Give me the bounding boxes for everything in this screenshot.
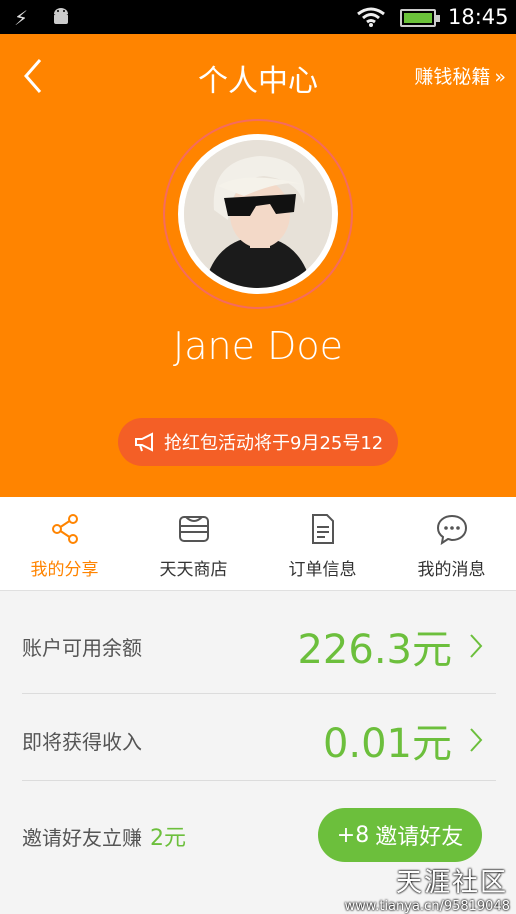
earning-tips-link[interactable]: 赚钱秘籍» bbox=[414, 62, 506, 89]
invite-button-label: 邀请好友 bbox=[375, 825, 464, 850]
balance-label: 账户可用余额 bbox=[22, 635, 142, 660]
tab-order-info[interactable]: 订单信息 bbox=[258, 497, 387, 590]
profile-header: 个人中心 赚钱秘籍» Jane Doe 抢红包活动将于9月25号12 bbox=[0, 34, 516, 497]
clock: 18:45 bbox=[448, 5, 509, 29]
invite-amount: 2元 bbox=[150, 826, 186, 851]
avatar-photo bbox=[184, 140, 332, 288]
usb-icon: ⚡ bbox=[14, 6, 29, 30]
tab-label: 我的分享 bbox=[30, 560, 99, 580]
tab-label: 订单信息 bbox=[288, 560, 357, 580]
chevron-right-icon bbox=[470, 728, 483, 752]
android-debug-icon bbox=[54, 8, 68, 24]
watermark-brand: 天涯社区 bbox=[395, 868, 508, 898]
earning-tips-label: 赚钱秘籍 bbox=[414, 66, 491, 88]
promo-banner[interactable]: 抢红包活动将于9月25号12 bbox=[118, 418, 398, 466]
tab-my-messages[interactable]: 我的消息 bbox=[387, 497, 516, 590]
watermark: 天涯社区 www.tianya.cn/95819048 bbox=[344, 862, 516, 914]
balance-value: 226.3元 bbox=[297, 627, 452, 673]
chevron-right-icon bbox=[470, 634, 483, 658]
upcoming-income-label: 即将获得收入 bbox=[22, 729, 142, 754]
megaphone-icon bbox=[135, 432, 153, 452]
balance-row[interactable]: 账户可用余额 226.3元 bbox=[22, 596, 496, 696]
upcoming-income-row[interactable]: 即将获得收入 0.01元 bbox=[22, 690, 496, 790]
user-name: Jane Doe bbox=[173, 324, 343, 368]
invite-friends-button[interactable]: +8 邀请好友 bbox=[318, 808, 482, 862]
tab-daily-store[interactable]: 天天商店 bbox=[129, 497, 258, 590]
invite-label: 邀请好友立赚 bbox=[22, 825, 142, 850]
store-icon bbox=[178, 516, 209, 542]
upcoming-income-value: 0.01元 bbox=[322, 721, 452, 767]
divider bbox=[22, 780, 496, 781]
share-icon bbox=[51, 514, 78, 544]
feature-tabs: 我的分享 天天商店 订单信息 我的消息 bbox=[0, 497, 516, 591]
status-bar: ⚡ 18:45 bbox=[0, 0, 516, 34]
promo-text: 抢红包活动将于9月25号12 bbox=[164, 433, 384, 454]
battery-icon bbox=[400, 9, 440, 27]
watermark-url: www.tianya.cn/95819048 bbox=[344, 899, 510, 914]
avatar[interactable] bbox=[178, 134, 338, 294]
chat-icon bbox=[436, 514, 467, 545]
double-chevron-right-icon: » bbox=[494, 66, 506, 88]
tab-label: 天天商店 bbox=[159, 560, 228, 580]
document-icon bbox=[311, 514, 334, 544]
tab-my-share[interactable]: 我的分享 bbox=[0, 497, 129, 590]
add-friend-icon: +8 bbox=[336, 822, 370, 848]
wifi-icon bbox=[357, 7, 385, 27]
tab-label: 我的消息 bbox=[417, 560, 486, 580]
